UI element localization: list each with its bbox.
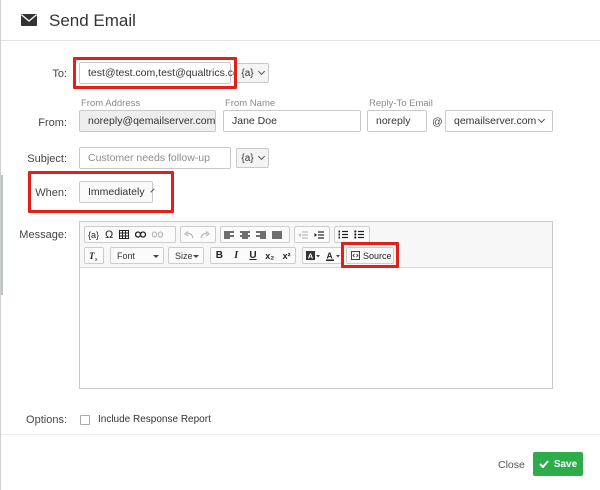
redo-icon[interactable] <box>197 227 213 242</box>
save-button[interactable]: Save <box>533 452 583 476</box>
color-group: A A <box>302 247 342 264</box>
from-name-label: From Name <box>225 98 276 109</box>
from-address-label: From Address <box>81 98 141 109</box>
insert-group: {a} Ω <box>84 226 176 243</box>
subject-label: Subject: <box>27 153 67 165</box>
save-label: Save <box>553 458 578 470</box>
reply-to-user-input[interactable]: noreply <box>367 110 427 132</box>
include-report-checkbox[interactable] <box>80 415 90 425</box>
special-char-tool[interactable]: Ω <box>102 227 116 242</box>
reply-to-label: Reply-To Email <box>369 98 433 109</box>
bulleted-list-icon[interactable] <box>351 227 367 242</box>
dialog-header: Send Email <box>1 0 600 41</box>
italic-button[interactable]: I <box>228 248 245 263</box>
at-sign: @ <box>432 116 443 128</box>
justify-icon[interactable] <box>269 227 285 242</box>
remove-format-button[interactable]: Tx <box>84 247 104 264</box>
font-select[interactable]: Font <box>110 247 164 264</box>
editor-toolbar: {a} Ω T x Font Size B I U x₂ x² A A Sour… <box>80 222 552 268</box>
text-style-group: B I U x₂ x² <box>210 247 296 264</box>
align-center-icon[interactable] <box>237 227 253 242</box>
bold-button[interactable]: B <box>211 248 228 263</box>
subject-input[interactable]: Customer needs follow-up <box>79 147 231 169</box>
align-group <box>220 226 290 243</box>
reply-to-domain-select[interactable]: qemailserver.com <box>445 110 553 132</box>
to-piped-text-button[interactable]: {a} <box>236 63 269 83</box>
chevron-down-icon <box>257 67 265 76</box>
align-right-icon[interactable] <box>253 227 269 242</box>
message-body[interactable] <box>80 268 552 388</box>
outdent-icon[interactable] <box>295 227 311 242</box>
list-group <box>334 226 370 243</box>
align-left-icon[interactable] <box>221 227 237 242</box>
message-editor: {a} Ω T x Font Size B I U x₂ x² A A Sour… <box>79 221 553 389</box>
indent-icon[interactable] <box>311 227 327 242</box>
envelope-icon <box>21 14 37 26</box>
table-icon[interactable] <box>116 227 132 242</box>
footer-divider <box>1 434 600 435</box>
dialog-title: Send Email <box>49 11 136 30</box>
include-report-label: Include Response Report <box>98 414 211 425</box>
chevron-down-icon <box>537 115 546 124</box>
svg-text:A: A <box>327 251 333 261</box>
history-group <box>180 226 216 243</box>
dropdown-arrow-icon <box>153 255 159 258</box>
underline-button[interactable]: U <box>245 248 262 263</box>
highlight-when <box>28 171 174 213</box>
size-select[interactable]: Size <box>168 247 204 264</box>
superscript-button[interactable]: x² <box>278 248 295 263</box>
numbered-list-icon[interactable] <box>335 227 351 242</box>
chevron-down-icon <box>257 152 265 161</box>
dropdown-arrow-icon <box>193 255 199 258</box>
size-select-label: Size <box>175 250 193 261</box>
indent-group <box>294 226 330 243</box>
svg-text:A: A <box>308 252 314 261</box>
message-label: Message: <box>19 229 67 241</box>
close-button[interactable]: Close <box>498 459 525 471</box>
highlight-source <box>341 242 399 268</box>
font-select-label: Font <box>117 250 136 261</box>
piped-text-tool[interactable]: {a} <box>85 227 102 242</box>
options-label: Options: <box>26 414 67 426</box>
send-email-dialog: Send Email To: test@test.com,test@qualtr… <box>0 0 600 490</box>
background-color-icon[interactable]: A <box>303 248 323 263</box>
highlight-to <box>73 57 237 89</box>
subscript-button[interactable]: x₂ <box>261 248 278 263</box>
checkmark-icon <box>539 460 549 468</box>
text-color-icon[interactable]: A <box>323 248 343 263</box>
piped-text-label: {a} <box>241 67 254 79</box>
link-icon[interactable] <box>132 227 149 242</box>
to-label: To: <box>52 68 67 80</box>
svg-text:x: x <box>95 257 98 261</box>
subject-piped-text-button[interactable]: {a} <box>236 148 269 168</box>
unlink-icon[interactable] <box>149 227 166 242</box>
piped-text-label: {a} <box>241 152 254 164</box>
reply-to-domain-value: qemailserver.com <box>454 115 537 127</box>
background-strip <box>1 175 3 295</box>
undo-icon[interactable] <box>181 227 197 242</box>
from-name-input[interactable]: Jane Doe <box>223 110 361 132</box>
clear-format-icon: Tx <box>89 251 98 261</box>
from-address-input[interactable]: noreply@qemailserver.com <box>79 110 216 132</box>
from-label: From: <box>38 117 67 129</box>
